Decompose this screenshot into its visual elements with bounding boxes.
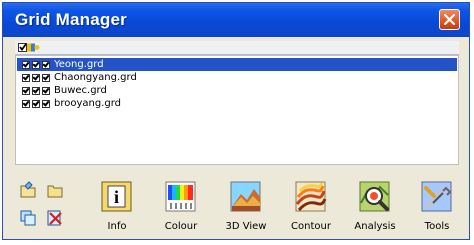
colour-label: Colour — [164, 221, 198, 232]
tools-label: Tools — [424, 221, 450, 232]
grid-name[interactable]: Chaongyang.grd — [54, 71, 137, 84]
contour-checkbox[interactable] — [32, 86, 40, 95]
svg-text:i: i — [114, 187, 119, 207]
contour-checkbox[interactable] — [32, 60, 40, 69]
copy-icon — [20, 210, 36, 226]
shade-checkbox[interactable] — [42, 86, 50, 95]
analysis-label: Analysis — [354, 221, 396, 232]
grid-visibility-checks — [22, 99, 50, 108]
3d-view-icon — [230, 181, 261, 212]
visible-checkbox[interactable] — [22, 60, 30, 69]
3d-view-tool-button[interactable]: 3D View — [220, 179, 272, 237]
contour-tool-button[interactable]: Contour — [285, 179, 337, 237]
grid-list[interactable]: Yeong.grd Chaongyang.grd Buwec.grd brooy… — [15, 55, 459, 165]
tools-icon — [421, 181, 452, 212]
grid-visibility-checks — [22, 60, 50, 69]
layer-toggle-icon[interactable] — [18, 42, 40, 53]
new-folder-button[interactable] — [44, 179, 64, 199]
contour-checkbox[interactable] — [32, 73, 40, 82]
grid-manager-window: Grid Manager Yeong.grd Chaongyang.grd Bu… — [2, 2, 470, 240]
colour-icon — [165, 181, 196, 212]
close-button[interactable] — [439, 9, 460, 30]
contour-icon — [295, 181, 327, 212]
visible-checkbox[interactable] — [22, 99, 30, 108]
delete-icon — [47, 210, 62, 226]
tool-panel: i Info Colour 3D View Contour Analysis T… — [17, 175, 462, 238]
grid-name[interactable]: Buwec.grd — [54, 84, 107, 97]
tools-button[interactable]: Tools — [411, 179, 463, 237]
open-grid-button[interactable] — [17, 179, 37, 199]
shade-checkbox[interactable] — [42, 73, 50, 82]
colour-tool-button[interactable]: Colour — [155, 179, 207, 237]
folder-icon — [47, 185, 63, 198]
analysis-tool-button[interactable]: Analysis — [349, 179, 401, 237]
3d-view-label: 3D View — [225, 221, 267, 232]
title-bar: Grid Manager — [3, 3, 469, 37]
window-title: Grid Manager — [15, 10, 127, 29]
close-icon — [444, 14, 455, 25]
visible-checkbox[interactable] — [22, 73, 30, 82]
open-grid-icon — [20, 181, 36, 198]
shade-checkbox[interactable] — [42, 99, 50, 108]
info-icon: i — [101, 181, 132, 212]
grid-name[interactable]: brooyang.grd — [54, 97, 121, 110]
grid-row[interactable]: brooyang.grd — [17, 97, 457, 110]
grid-visibility-checks — [22, 73, 50, 82]
grid-name[interactable]: Yeong.grd — [54, 58, 104, 71]
visible-checkbox[interactable] — [22, 86, 30, 95]
shade-checkbox[interactable] — [42, 60, 50, 69]
grid-row[interactable]: Chaongyang.grd — [17, 71, 457, 84]
analysis-icon — [359, 181, 390, 212]
grid-visibility-checks — [22, 86, 50, 95]
layer-options-strip — [15, 41, 459, 55]
info-tool-button[interactable]: i Info — [91, 179, 143, 237]
delete-grid-button[interactable] — [44, 207, 64, 227]
info-label: Info — [107, 221, 127, 232]
copy-grid-button[interactable] — [17, 207, 37, 227]
grid-row[interactable]: Buwec.grd — [17, 84, 457, 97]
contour-label: Contour — [291, 221, 331, 232]
contour-checkbox[interactable] — [32, 99, 40, 108]
grid-row[interactable]: Yeong.grd — [17, 58, 457, 71]
